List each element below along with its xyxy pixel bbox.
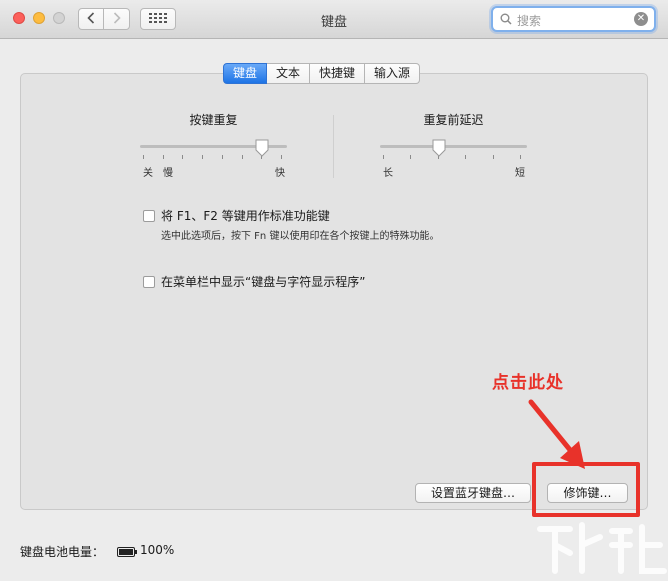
search-icon: [500, 13, 512, 28]
delay-until-repeat-label: 重复前延迟: [423, 113, 484, 127]
delay-until-repeat-knob[interactable]: [432, 139, 446, 157]
tab-keyboard[interactable]: 键盘: [223, 63, 268, 84]
delay-until-repeat-slider[interactable]: [380, 145, 527, 148]
setup-bluetooth-keyboard-button[interactable]: 设置蓝牙键盘…: [415, 483, 531, 503]
slider-tick: [182, 155, 183, 159]
key-repeat-min-label: 关: [143, 168, 153, 179]
slider-tick: [410, 155, 411, 159]
delay-min-label: 长: [383, 168, 393, 179]
key-repeat-knob[interactable]: [255, 139, 269, 157]
slider-tick: [493, 155, 494, 159]
slider-tick: [383, 155, 384, 159]
key-repeat-slow-label: 慢: [163, 168, 173, 179]
slider-tick: [202, 155, 203, 159]
slider-tick: [242, 155, 243, 159]
key-repeat-label: 按键重复: [189, 113, 238, 127]
slider-tick: [222, 155, 223, 159]
fn-keys-note: 选中此选项后，按下 Fn 键以使用印在各个按键上的特殊功能。: [161, 231, 440, 242]
battery-icon: [117, 546, 137, 557]
search-placeholder: 搜索: [517, 14, 542, 28]
key-repeat-max-label: 快: [275, 168, 285, 179]
show-viewer-label[interactable]: 在菜单栏中显示“键盘与字符显示程序”: [161, 273, 365, 290]
tab-bar: 键盘 文本 快捷键 输入源: [223, 63, 421, 84]
delay-max-label: 短: [515, 168, 525, 179]
clear-search-icon[interactable]: ✕: [634, 12, 648, 26]
slider-tick: [163, 155, 164, 159]
modifier-keys-button[interactable]: 修饰键…: [547, 483, 628, 503]
annotation-text: 点击此处: [492, 373, 564, 393]
tab-text[interactable]: 文本: [267, 63, 311, 84]
fn-keys-checkbox[interactable]: [143, 210, 155, 222]
slider-tick: [465, 155, 466, 159]
battery-level-value: 100%: [140, 543, 175, 557]
watermark-logo-icon: [537, 522, 667, 574]
search-field[interactable]: 搜索 ✕: [491, 6, 656, 32]
slider-divider: [333, 115, 334, 178]
battery-level-label: 键盘电池电量：: [20, 545, 105, 559]
tab-input-sources[interactable]: 输入源: [365, 63, 421, 84]
slider-tick: [143, 155, 144, 159]
tab-shortcuts[interactable]: 快捷键: [310, 63, 366, 84]
slider-tick: [520, 155, 521, 159]
fn-keys-label[interactable]: 将 F1、F2 等键用作标准功能键: [161, 207, 330, 224]
slider-tick: [281, 155, 282, 159]
show-viewer-checkbox[interactable]: [143, 276, 155, 288]
